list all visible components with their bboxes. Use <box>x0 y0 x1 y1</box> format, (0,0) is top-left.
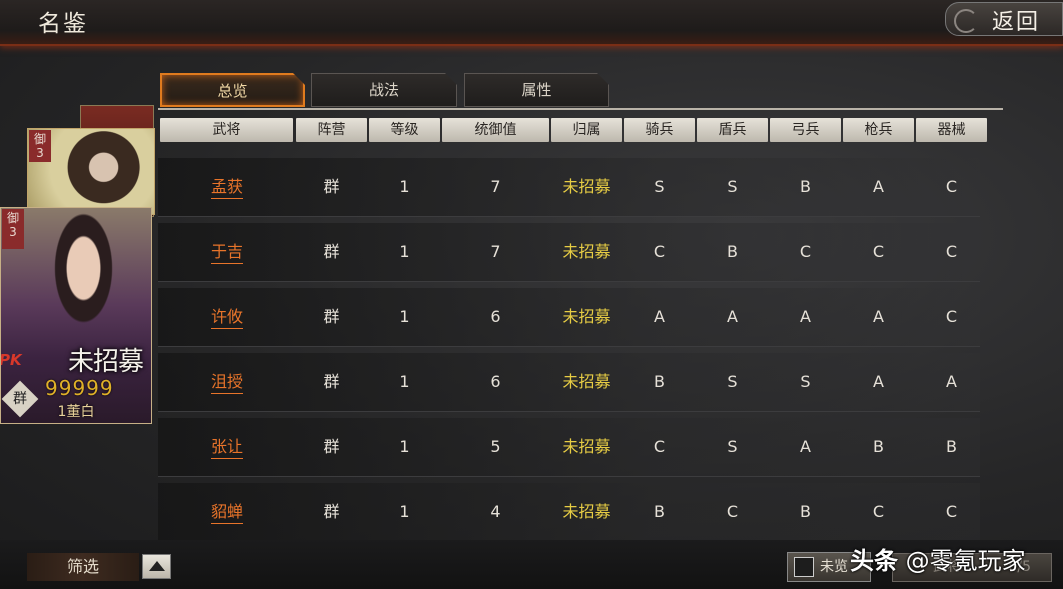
column-header-bow[interactable]: 弓兵 <box>770 118 841 142</box>
column-header-siege[interactable]: 器械 <box>916 118 987 142</box>
back-button-label: 返回 <box>991 10 1040 35</box>
cavalry-cell: C <box>653 242 666 261</box>
cost-tag: 御 3 <box>2 209 24 249</box>
unviewed-button-label: 未览 <box>820 559 848 575</box>
table-row[interactable]: 于吉 群 1 7 未招募 C B C C C <box>158 223 980 282</box>
back-button[interactable]: 返回 <box>945 2 1063 36</box>
status-cell: 未招募 <box>562 502 611 521</box>
column-header-command[interactable]: 统御值 <box>442 118 549 142</box>
bow-cell: A <box>800 437 811 456</box>
status-cell: 未招募 <box>562 437 611 456</box>
bow-cell: B <box>800 502 811 521</box>
tab-attributes[interactable]: 属性 <box>464 73 609 107</box>
column-header-status[interactable]: 归属 <box>551 118 622 142</box>
card-caption: 1董白 <box>57 404 95 420</box>
command-cell: 6 <box>490 372 501 391</box>
siege-cell: B <box>946 437 957 456</box>
shield-cell: S <box>727 437 738 456</box>
column-header-spear[interactable]: 枪兵 <box>843 118 914 142</box>
level-cell: 1 <box>399 177 410 196</box>
faction-cell: 群 <box>323 242 340 261</box>
spear-cell: B <box>873 437 884 456</box>
shield-cell: C <box>726 502 739 521</box>
bow-cell: B <box>800 177 811 196</box>
tab-divider <box>158 108 1003 110</box>
status-cell: 未招募 <box>562 177 611 196</box>
command-cell: 5 <box>490 437 501 456</box>
cavalry-cell: B <box>654 372 665 391</box>
column-header-cavalry[interactable]: 骑兵 <box>624 118 695 142</box>
tab-tactics[interactable]: 战法 <box>311 73 457 107</box>
recruit-status-stamp: 未招募 <box>67 347 144 377</box>
level-cell: 1 <box>399 307 410 326</box>
spear-cell: A <box>873 307 884 326</box>
portrait-card-secondary[interactable]: 御 3 <box>27 128 155 215</box>
filter-button[interactable]: 筛选 <box>27 553 139 581</box>
shield-cell: S <box>727 177 738 196</box>
level-cell: 1 <box>399 242 410 261</box>
command-cell: 4 <box>490 502 501 521</box>
general-name-link[interactable]: 于吉 <box>188 223 266 281</box>
swirl-ornament-icon <box>954 9 978 33</box>
general-name-link[interactable]: 张让 <box>188 418 266 476</box>
bow-cell: S <box>800 372 811 391</box>
column-header-level[interactable]: 等级 <box>369 118 440 142</box>
siege-cell: C <box>945 242 958 261</box>
general-name-link[interactable]: 孟获 <box>188 158 266 216</box>
cost-tag: 御 3 <box>29 130 51 162</box>
shield-cell: B <box>727 242 738 261</box>
command-cell: 7 <box>490 177 501 196</box>
column-header-shield[interactable]: 盾兵 <box>697 118 768 142</box>
faction-cell: 群 <box>323 307 340 326</box>
tab-overview[interactable]: 总览 <box>160 73 305 107</box>
general-name-link[interactable]: 许攸 <box>188 288 266 346</box>
status-cell: 未招募 <box>562 307 611 326</box>
status-cell: 未招募 <box>562 372 611 391</box>
shield-cell: A <box>727 307 738 326</box>
general-name-link[interactable]: 沮授 <box>188 353 266 411</box>
siege-cell: C <box>945 502 958 521</box>
table-row[interactable]: 许攸 群 1 6 未招募 A A A A C <box>158 288 980 347</box>
faction-cell: 群 <box>323 437 340 456</box>
spear-cell: A <box>873 177 884 196</box>
faction-cell: 群 <box>323 502 340 521</box>
faction-cell: 群 <box>323 177 340 196</box>
bow-cell: A <box>800 307 811 326</box>
cavalry-cell: B <box>654 502 665 521</box>
portrait-card-main[interactable]: 御 3 PK 未招募 99999 群 1董白 <box>0 207 152 424</box>
shield-cell: S <box>727 372 738 391</box>
cavalry-cell: A <box>654 307 665 326</box>
general-name-link[interactable]: 貂蝉 <box>188 483 266 541</box>
level-cell: 1 <box>399 502 410 521</box>
spear-cell: C <box>872 242 885 261</box>
bow-cell: C <box>799 242 812 261</box>
table-row[interactable]: 貂蝉 群 1 4 未招募 B C B C C <box>158 483 980 542</box>
spear-cell: C <box>872 502 885 521</box>
level-cell: 1 <box>399 437 410 456</box>
column-header-faction[interactable]: 阵营 <box>296 118 367 142</box>
level-cell: 1 <box>399 372 410 391</box>
siege-cell: C <box>945 307 958 326</box>
command-cell: 7 <box>490 242 501 261</box>
spear-cell: A <box>873 372 884 391</box>
page-title: 名鉴 <box>38 11 88 37</box>
command-cell: 6 <box>490 307 501 326</box>
star-rating: 99999 <box>45 376 114 400</box>
siege-cell: C <box>945 177 958 196</box>
table-row[interactable]: 张让 群 1 5 未招募 C S A B B <box>158 418 980 477</box>
siege-cell: A <box>946 372 957 391</box>
portrait-icon <box>794 557 814 577</box>
table-row[interactable]: 沮授 群 1 6 未招募 B S S A A <box>158 353 980 412</box>
column-header-general[interactable]: 武将 <box>160 118 293 142</box>
top-bar: 名鉴 返回 <box>0 0 1063 46</box>
table-row[interactable]: 孟获 群 1 7 未招募 S S B A C <box>158 158 980 217</box>
status-cell: 未招募 <box>562 242 611 261</box>
pk-label: PK <box>0 351 22 369</box>
faction-cell: 群 <box>323 372 340 391</box>
cavalry-cell: S <box>654 177 665 196</box>
watermark: 头条 @零氪玩家 <box>850 547 1026 575</box>
cavalry-cell: C <box>653 437 666 456</box>
expand-up-button[interactable] <box>142 554 171 579</box>
